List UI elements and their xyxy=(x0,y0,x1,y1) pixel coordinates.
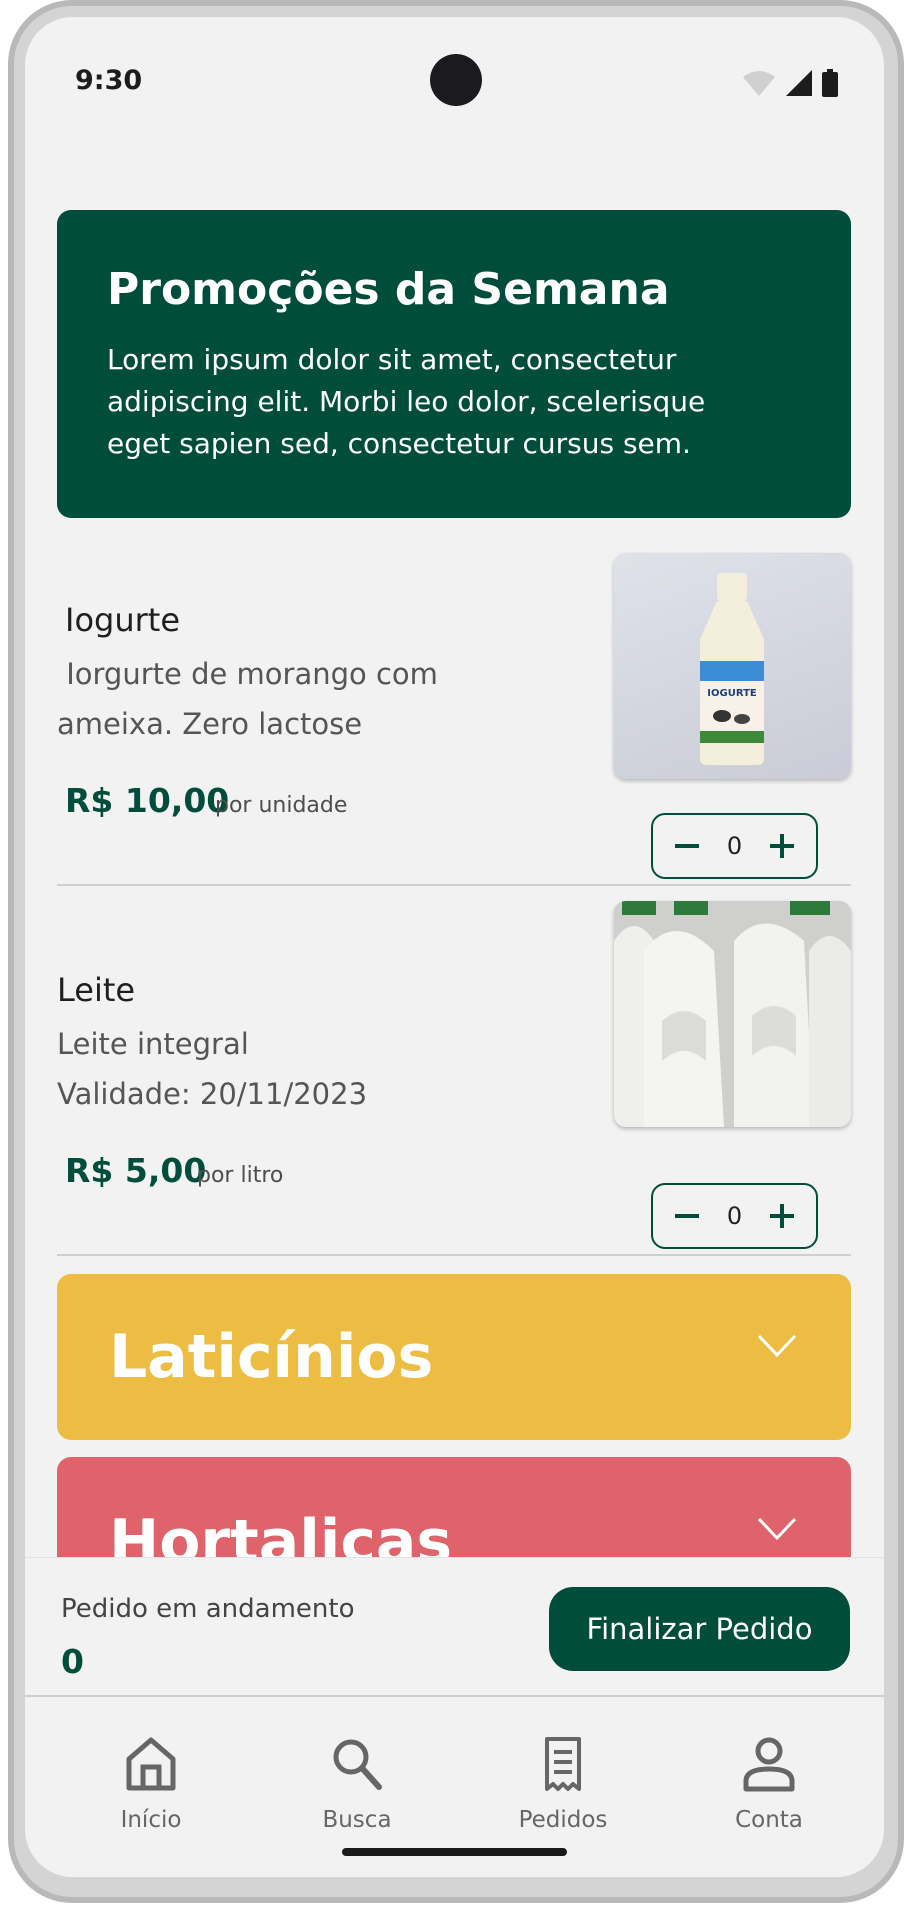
product-name: Leite xyxy=(57,971,136,1009)
nav-label: Pedidos xyxy=(518,1807,608,1833)
finish-order-button[interactable]: Finalizar Pedido xyxy=(549,1587,850,1671)
increment-button[interactable] xyxy=(766,1200,798,1232)
yogurt-bottle-image: IOGURTE xyxy=(614,553,851,779)
camera-cutout xyxy=(430,54,482,106)
promo-title: Promoções da Semana xyxy=(107,264,670,315)
status-icons xyxy=(742,69,838,97)
milk-bottles-image xyxy=(614,901,851,1127)
product-name: Iogurte xyxy=(65,601,180,639)
nav-item-busca[interactable]: Busca xyxy=(287,1735,427,1833)
increment-button[interactable] xyxy=(766,830,798,862)
phone-screen: 9:30 Promoções da Semana Lorem ipsum dol… xyxy=(25,17,884,1877)
signal-icon xyxy=(786,70,812,96)
person-icon xyxy=(743,1737,795,1792)
home-icon xyxy=(126,1737,176,1791)
product-description-line: Iorgurte de morango com xyxy=(57,657,438,691)
nav-item-inicio[interactable]: Início xyxy=(81,1735,221,1833)
minus-icon xyxy=(675,1214,699,1218)
divider xyxy=(57,1254,851,1256)
nav-label: Conta xyxy=(735,1807,803,1833)
bottle-label-text: IOGURTE xyxy=(707,688,757,699)
minus-icon xyxy=(675,844,699,848)
order-count: 0 xyxy=(61,1642,84,1681)
plus-icon xyxy=(770,1204,794,1228)
quantity-stepper[interactable]: 0 xyxy=(651,1183,818,1249)
decrement-button[interactable] xyxy=(671,1200,703,1232)
product-price: R$ 5,00 xyxy=(65,1151,207,1190)
nav-item-conta[interactable]: Conta xyxy=(699,1735,839,1833)
battery-icon xyxy=(822,69,838,97)
receipt-icon xyxy=(545,1737,581,1791)
quantity-value: 0 xyxy=(726,1202,743,1230)
nav-label: Início xyxy=(120,1807,182,1833)
order-summary-bar: Pedido em andamento 0 Finalizar Pedido xyxy=(25,1557,884,1697)
product-description: Iorgurte de morango com ameixa. Zero lac… xyxy=(57,649,487,749)
nav-label: Busca xyxy=(322,1807,392,1833)
product-card-leite[interactable]: Leite Leite integral Validade: 20/11/202… xyxy=(57,901,851,1257)
product-description-line: Validade: 20/11/2023 xyxy=(57,1077,368,1111)
wifi-icon xyxy=(743,71,775,96)
home-indicator[interactable] xyxy=(342,1848,567,1856)
milk-bottles-illustration xyxy=(614,901,851,1127)
search-icon xyxy=(333,1739,382,1790)
plus-icon xyxy=(770,834,794,858)
product-price: R$ 10,00 xyxy=(65,781,230,820)
quantity-value: 0 xyxy=(726,832,743,860)
divider xyxy=(57,884,851,886)
category-laticinios[interactable]: Laticínios xyxy=(57,1274,851,1440)
status-time: 9:30 xyxy=(75,65,143,96)
product-description-line: ameixa. Zero lactose xyxy=(57,707,363,741)
decrement-button[interactable] xyxy=(671,830,703,862)
product-card-iogurte[interactable]: Iogurte Iorgurte de morango com ameixa. … xyxy=(57,537,851,887)
price-unit: por unidade xyxy=(215,793,348,818)
quantity-stepper[interactable]: 0 xyxy=(651,813,818,879)
order-status-label: Pedido em andamento xyxy=(61,1594,355,1624)
product-description: Leite integral Validade: 20/11/2023 xyxy=(57,1019,487,1119)
product-description-line: Leite integral xyxy=(57,1027,249,1061)
price-unit: por litro xyxy=(197,1163,284,1188)
promo-banner[interactable]: Promoções da Semana Lorem ipsum dolor si… xyxy=(57,210,851,518)
yogurt-bottle-illustration: IOGURTE xyxy=(700,573,764,765)
category-label: Laticínios xyxy=(109,1322,434,1392)
nav-item-pedidos[interactable]: Pedidos xyxy=(493,1735,633,1833)
chevron-down-icon xyxy=(757,1334,797,1358)
promo-text: Lorem ipsum dolor sit amet, consectetur … xyxy=(107,343,706,460)
chevron-down-icon xyxy=(757,1517,797,1541)
